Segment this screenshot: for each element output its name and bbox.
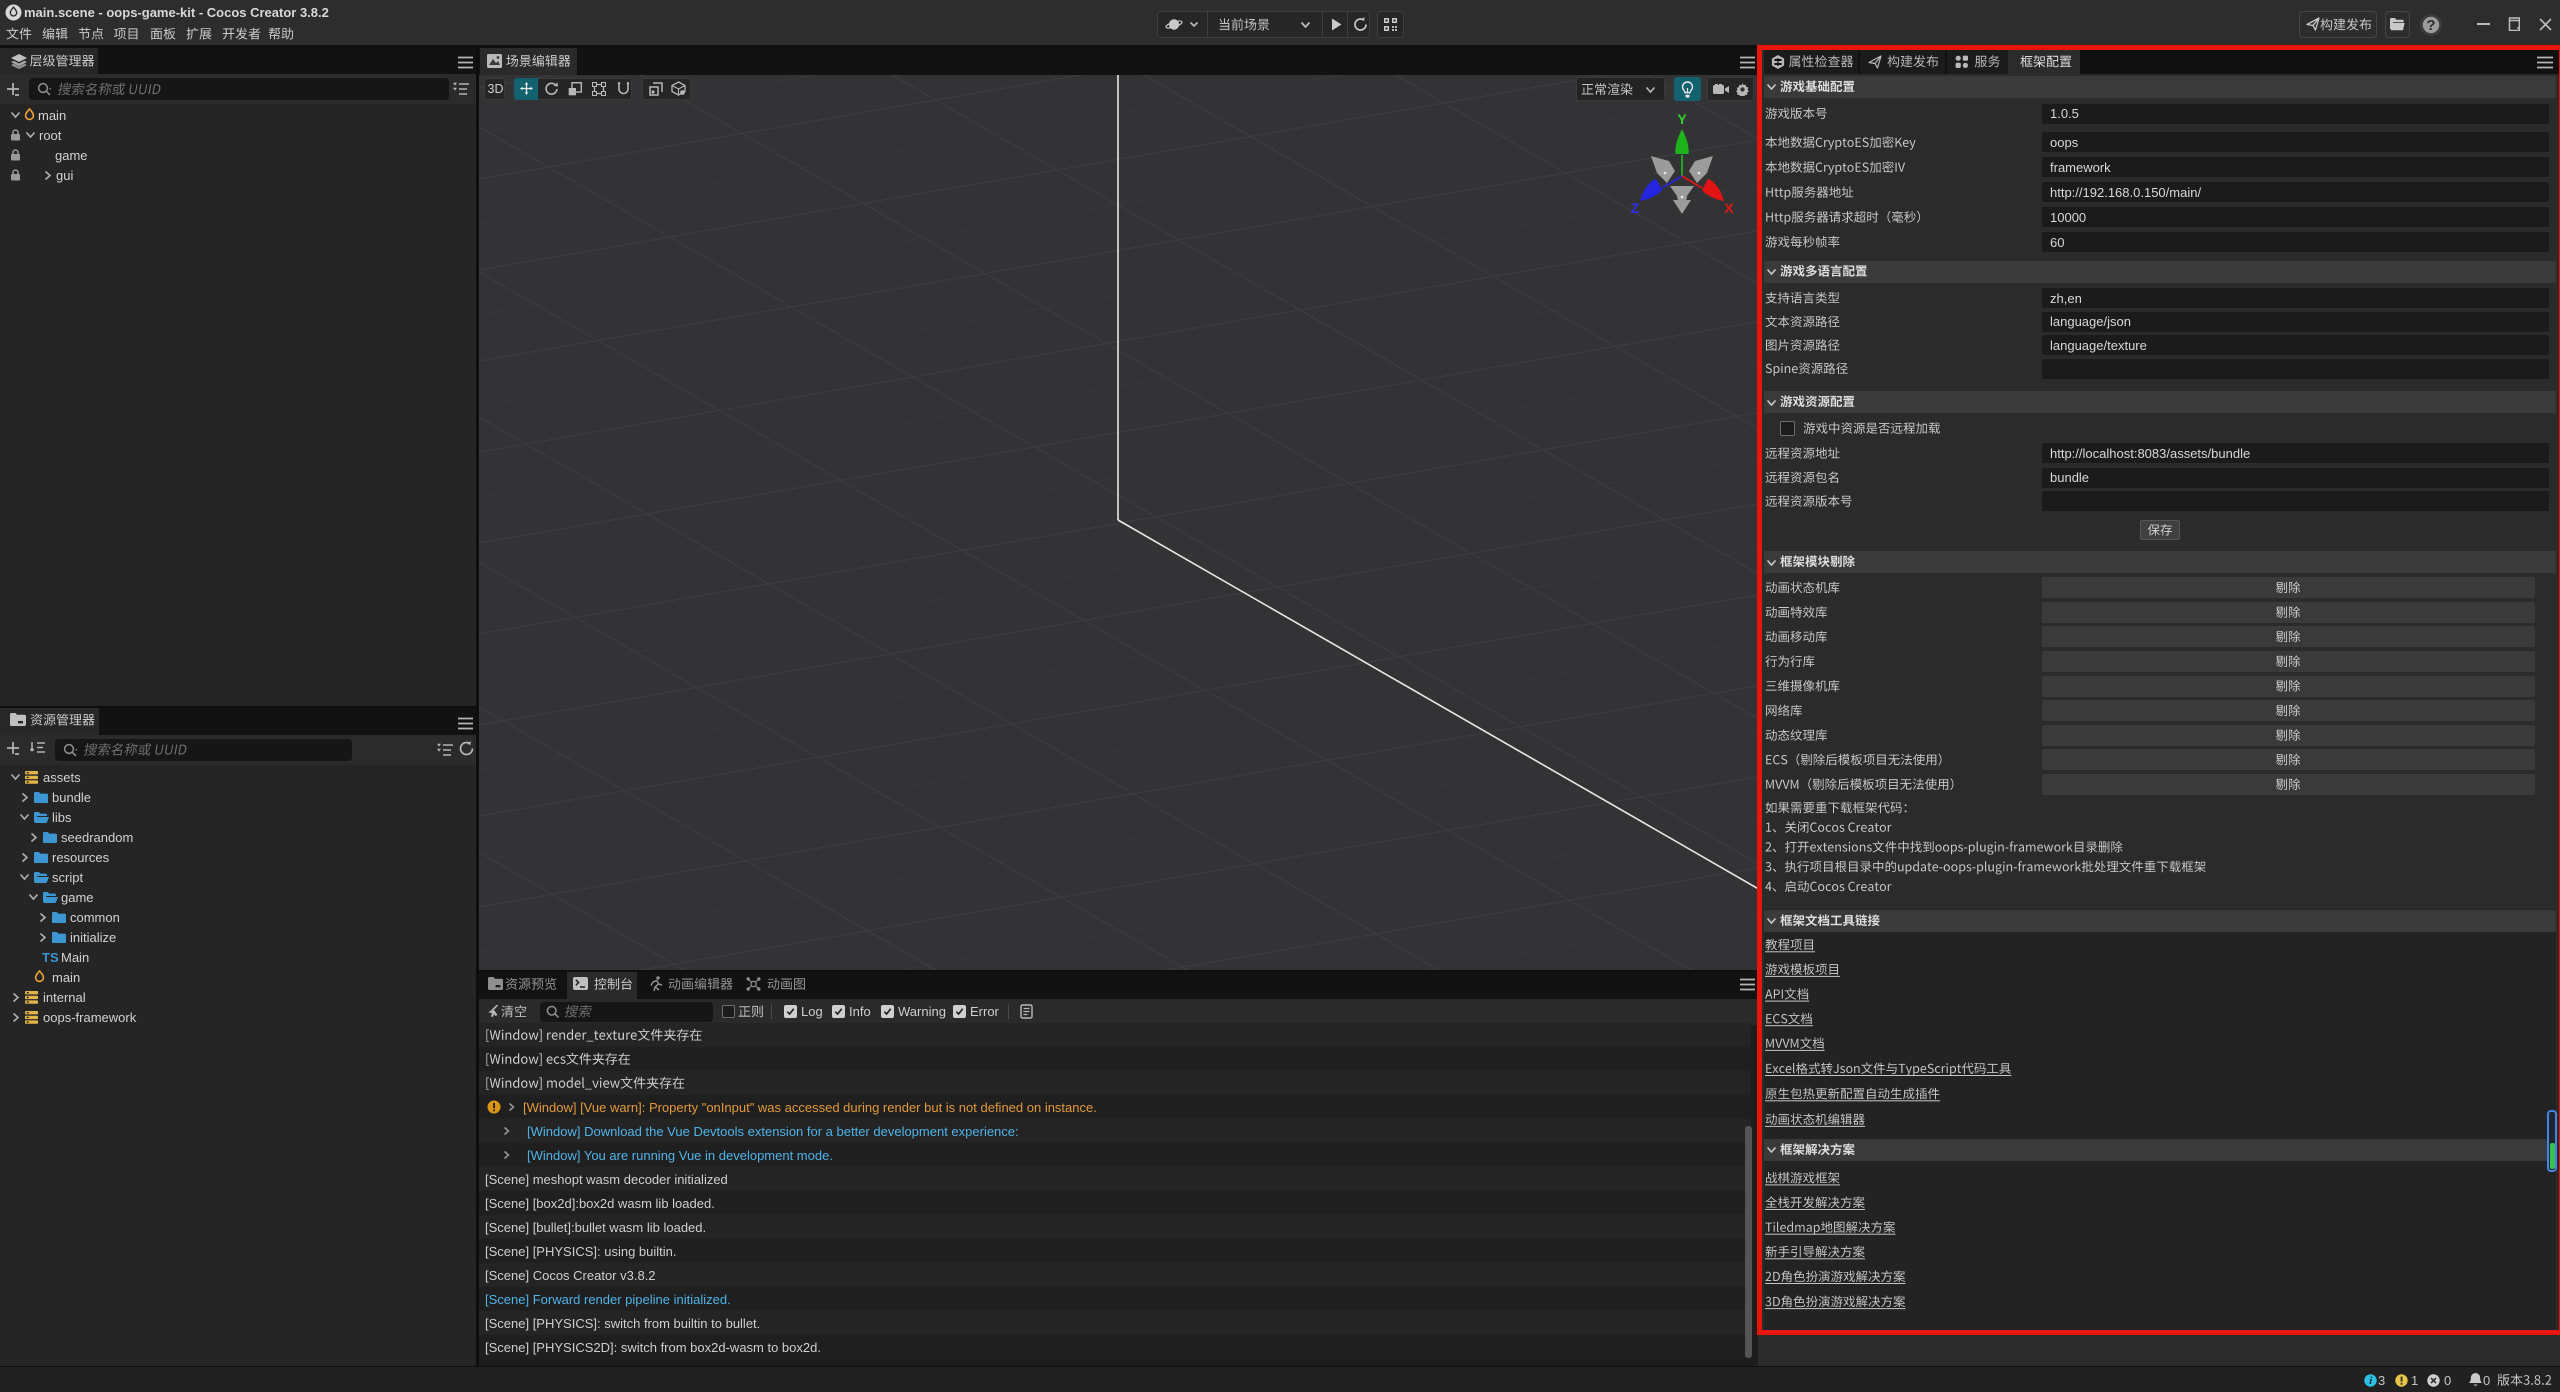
svg-text:?: ? — [2426, 17, 2435, 34]
svg-text:X: X — [1724, 200, 1734, 216]
svg-text:Z: Z — [1631, 200, 1640, 216]
svg-text:Y: Y — [1677, 111, 1687, 127]
svg-text:i: i — [2369, 1376, 2372, 1387]
